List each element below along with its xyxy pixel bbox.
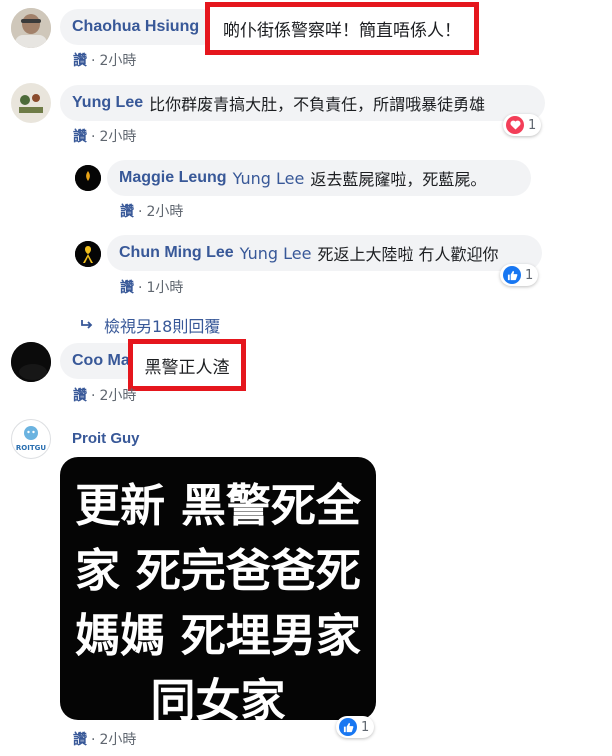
image-text-line: 家 死完爸爸死 xyxy=(75,544,361,597)
comment-bubble: Yung Lee 比你群废青搞大肚，不負責任，所謂哦暴徒勇雄 xyxy=(60,85,545,121)
comment-author[interactable]: Chaohua Hsiung xyxy=(72,18,199,36)
comment-text: 啲仆街係警察咩！簡直唔係人！ xyxy=(223,21,461,41)
like-link[interactable]: 讚 xyxy=(73,53,87,69)
like-link[interactable]: 讚 xyxy=(73,388,87,404)
reply-bubble: Maggie Leung Yung Lee 返去藍屍窿啦，死藍屍。 xyxy=(107,160,531,196)
reply-actions: 讚 · 1小時 xyxy=(120,280,184,296)
highlighted-comment-text: 啲仆街係警察咩！簡直唔係人！ xyxy=(205,2,479,55)
view-more-replies-label[interactable]: 檢視另18則回覆 xyxy=(104,313,220,337)
like-link[interactable]: 讚 xyxy=(120,280,134,296)
view-more-replies-link[interactable]: 檢視另18則回覆 xyxy=(80,313,220,337)
highlighted-comment-text: 黑警正人渣 xyxy=(128,339,246,391)
comment-author[interactable]: Coo Ma xyxy=(72,352,130,370)
reaction-count: 1 xyxy=(361,719,370,735)
avatar[interactable] xyxy=(75,241,101,267)
reply-arrow-icon xyxy=(80,316,94,335)
avatar[interactable] xyxy=(11,83,51,123)
thumbs-up-icon xyxy=(503,266,521,284)
heart-icon xyxy=(506,116,524,134)
like-link[interactable]: 讚 xyxy=(73,129,87,145)
like-link[interactable]: 讚 xyxy=(73,732,87,748)
comment-actions: 讚 · 2小時 xyxy=(73,732,137,748)
comment-timestamp[interactable]: 2小時 xyxy=(99,388,136,404)
comment-author[interactable]: Yung Lee xyxy=(72,94,143,112)
reaction-badge[interactable]: 1 xyxy=(500,264,539,286)
reaction-badge[interactable]: 1 xyxy=(336,716,375,738)
reply-bubble: Chun Ming Lee Yung Lee 死返上大陸啦 冇人歡迎你 xyxy=(107,235,542,271)
image-text-line: 更新 黑警死全 xyxy=(75,479,361,532)
comment-text: 比你群废青搞大肚，不負責任，所謂哦暴徒勇雄 xyxy=(149,95,486,114)
reply-timestamp[interactable]: 1小時 xyxy=(146,280,183,296)
reaction-badge[interactable]: 1 xyxy=(503,114,542,136)
comment-text: 黑警正人渣 xyxy=(144,357,230,378)
comment-timestamp[interactable]: 2小時 xyxy=(99,732,136,748)
comment-author-label[interactable]: Proit Guy xyxy=(72,430,140,447)
comment-timestamp[interactable]: 2小時 xyxy=(99,53,136,69)
reaction-count: 1 xyxy=(525,267,534,283)
reply-author[interactable]: Chun Ming Lee xyxy=(119,244,234,262)
reaction-count: 1 xyxy=(528,117,537,133)
avatar[interactable] xyxy=(11,8,51,48)
avatar[interactable] xyxy=(75,165,101,191)
avatar[interactable]: ROITGU xyxy=(11,419,51,459)
thumbs-up-icon xyxy=(339,718,357,736)
reply-timestamp[interactable]: 2小時 xyxy=(146,204,183,220)
comment-actions: 讚 · 2小時 xyxy=(73,388,137,404)
mentioned-user[interactable]: Yung Lee xyxy=(240,244,312,263)
comment-bubble: Chaohua Hsiung xyxy=(60,9,220,45)
comment-timestamp[interactable]: 2小時 xyxy=(99,129,136,145)
image-text-line: 媽媽 死埋男家 xyxy=(75,609,361,662)
reply-text: 返去藍屍窿啦，死藍屍。 xyxy=(310,170,487,189)
comment-image[interactable]: 更新 黑警死全 家 死完爸爸死 媽媽 死埋男家 同女家 xyxy=(60,457,376,727)
reply-actions: 讚 · 2小時 xyxy=(120,204,184,220)
comment-actions: 讚 · 2小時 xyxy=(73,53,137,69)
avatar[interactable] xyxy=(11,342,51,382)
avatar-logo-text: ROITGU xyxy=(16,444,46,452)
image-text-line: 同女家 xyxy=(150,674,286,727)
reply-text: 死返上大陸啦 冇人歡迎你 xyxy=(317,245,499,264)
reply-author[interactable]: Maggie Leung xyxy=(119,169,227,187)
comment-author[interactable]: Proit Guy xyxy=(72,430,140,447)
comment-actions: 讚 · 2小時 xyxy=(73,129,137,145)
like-link[interactable]: 讚 xyxy=(120,204,134,220)
mentioned-user[interactable]: Yung Lee xyxy=(233,169,305,188)
